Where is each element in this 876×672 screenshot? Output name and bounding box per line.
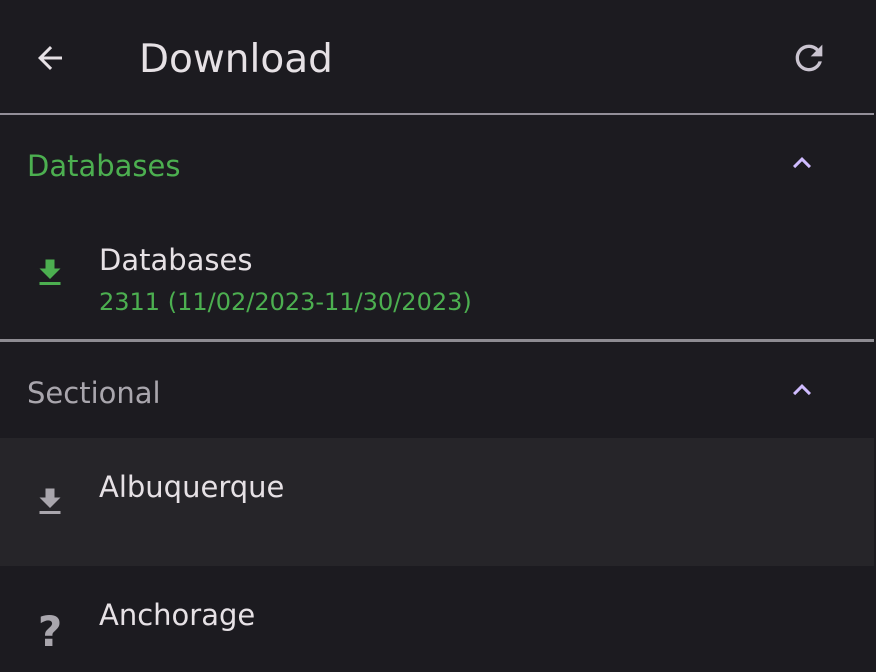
refresh-button[interactable] bbox=[780, 30, 838, 86]
arrow-left-icon bbox=[38, 46, 62, 70]
item-title: Albuquerque bbox=[99, 470, 285, 504]
question-glyph: ? bbox=[37, 607, 63, 656]
item-title: Databases bbox=[99, 243, 253, 277]
item-title: Anchorage bbox=[99, 598, 256, 632]
section-title-databases: Databases bbox=[27, 149, 181, 183]
download-status-icon bbox=[28, 480, 72, 524]
section-title-sectional: Sectional bbox=[27, 376, 161, 410]
page-title: Download bbox=[139, 37, 333, 82]
list-item-databases[interactable]: Databases 2311 (11/02/2023-11/30/2023) bbox=[0, 215, 874, 339]
list-item-anchorage[interactable]: ? Anchorage bbox=[0, 566, 874, 672]
section-header-databases[interactable]: Databases bbox=[0, 115, 874, 215]
section-header-sectional[interactable]: Sectional bbox=[0, 342, 874, 438]
back-button[interactable] bbox=[20, 30, 80, 86]
section-toggle-sectional[interactable] bbox=[782, 370, 822, 410]
item-subtitle: 2311 (11/02/2023-11/30/2023) bbox=[99, 288, 472, 316]
chevron-up-icon bbox=[793, 157, 811, 169]
question-icon: ? bbox=[28, 610, 72, 654]
chevron-up-icon bbox=[793, 384, 811, 396]
section-toggle-databases[interactable] bbox=[782, 143, 822, 183]
refresh-icon bbox=[795, 44, 823, 72]
download-icon bbox=[39, 488, 61, 514]
list-item-albuquerque[interactable]: Albuquerque bbox=[0, 438, 874, 566]
download-status-icon bbox=[28, 251, 72, 295]
app-bar: Download bbox=[0, 0, 874, 113]
download-icon bbox=[39, 259, 61, 285]
